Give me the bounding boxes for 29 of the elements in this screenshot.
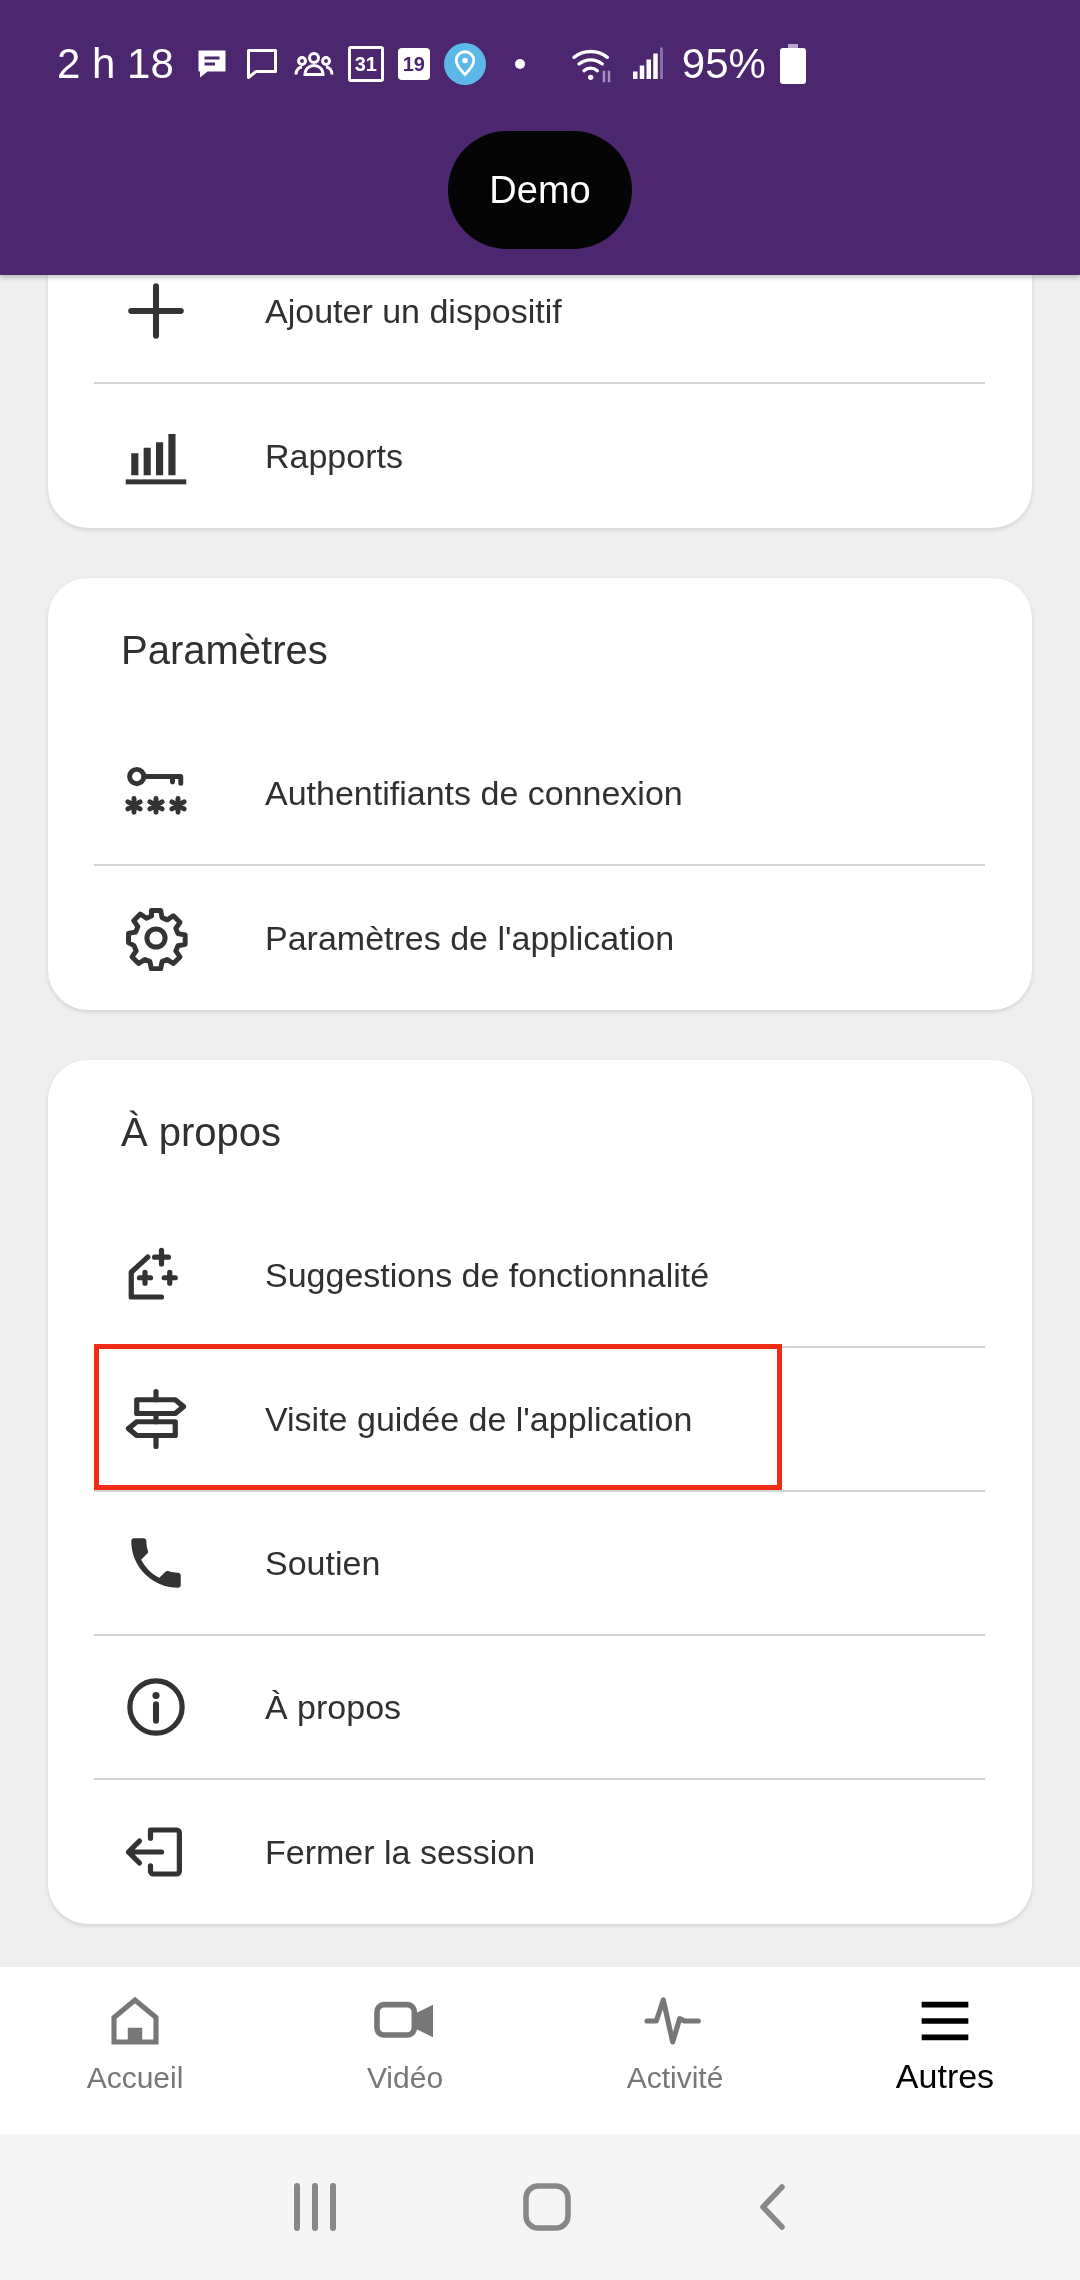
section-title: À propos: [120, 1108, 283, 1156]
nav-tab[interactable]: Accueil: [0, 1967, 270, 2134]
section-title: Paramètres: [120, 626, 329, 674]
menu-item[interactable]: Suggestions de fonctionnalité: [94, 1204, 985, 1348]
demo-badge: Demo: [448, 131, 632, 249]
battery-percentage: 95%: [681, 40, 766, 88]
nav-tab[interactable]: Autres: [810, 1967, 1080, 2134]
back-icon[interactable]: [757, 2183, 787, 2231]
menu-item[interactable]: Authentifiants de connexion: [94, 722, 985, 866]
calendar-icon: 31: [347, 46, 384, 82]
menu-item[interactable]: Fermer la session: [94, 1780, 985, 1924]
menu-item[interactable]: Paramètres de l'application: [94, 866, 985, 1010]
location-icon: [443, 43, 486, 85]
status-time: 2 h 18: [57, 40, 174, 88]
nav-tab[interactable]: Activité: [540, 1967, 810, 2134]
nav-tab[interactable]: Vidéo: [270, 1967, 540, 2134]
signpost-icon: [123, 1386, 189, 1452]
home-button-icon[interactable]: [523, 2183, 571, 2231]
menu-item[interactable]: À propos: [94, 1636, 985, 1780]
recent-apps-icon[interactable]: [293, 2183, 337, 2231]
battery-icon: [779, 44, 806, 84]
menu-item[interactable]: Rapports: [94, 384, 985, 528]
dot-icon: [513, 58, 526, 70]
menu-item[interactable]: Ajouter un dispositif: [94, 275, 985, 384]
signal-icon: [631, 46, 664, 82]
calendar-icon: 19: [397, 48, 430, 80]
menu-item[interactable]: Visite guidée de l'application: [94, 1348, 985, 1492]
gear-icon: [123, 905, 189, 971]
menu-item[interactable]: Soutien: [94, 1492, 985, 1636]
